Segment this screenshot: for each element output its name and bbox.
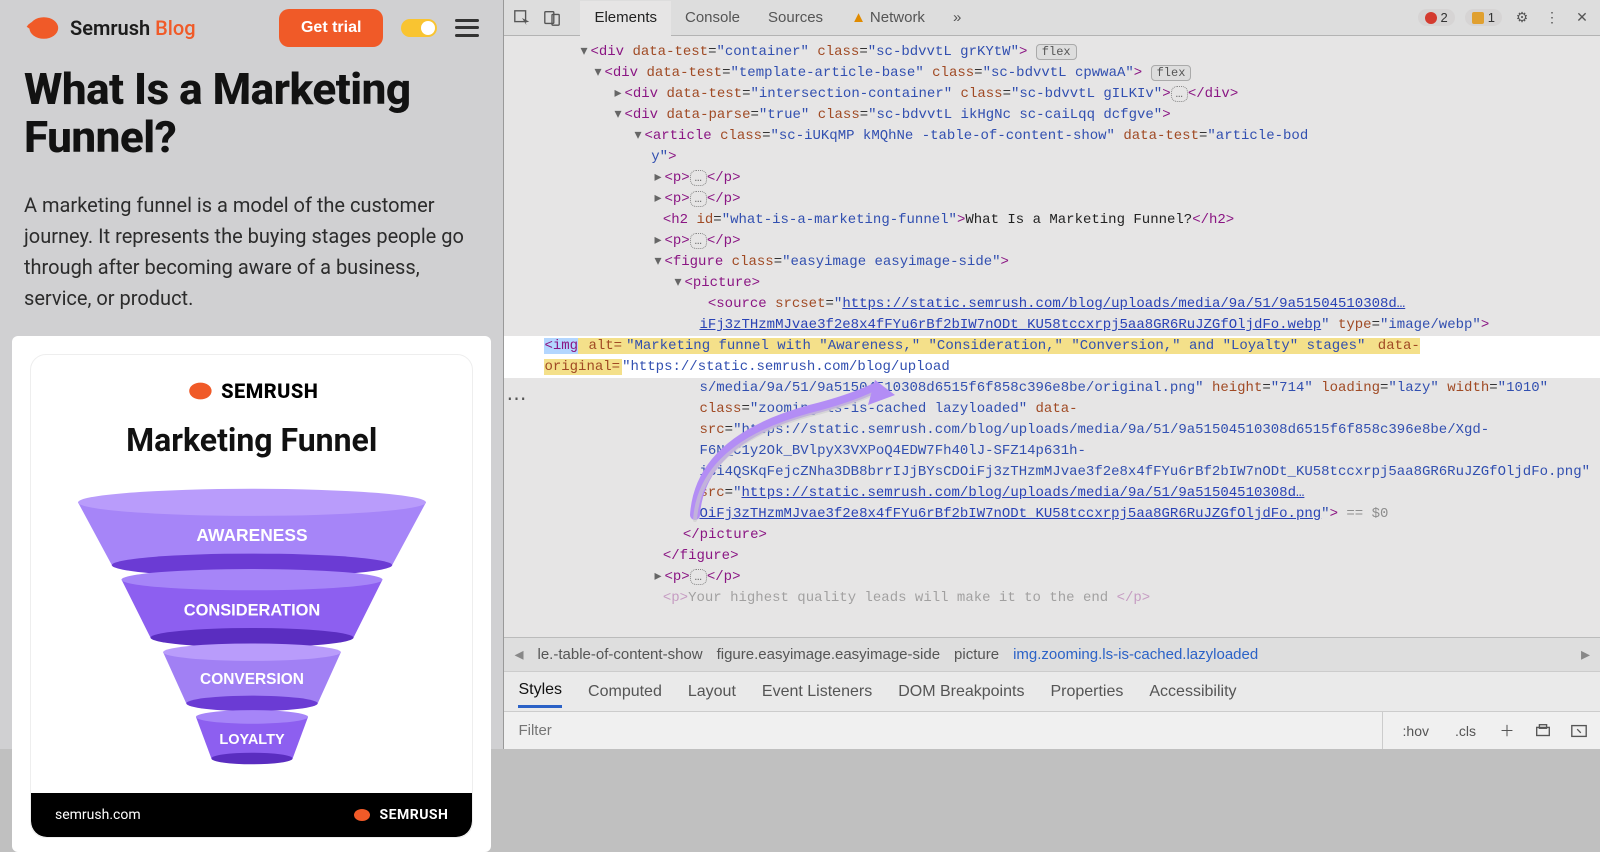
- dom-line[interactable]: ▾<article class="sc-iUKqMP kMQhNe -table…: [504, 126, 1600, 147]
- dom-line[interactable]: ▾<picture>: [504, 273, 1600, 294]
- dom-line[interactable]: </picture>: [504, 525, 1600, 546]
- breadcrumb-prev-icon[interactable]: ◂: [514, 644, 523, 665]
- styles-filter-input[interactable]: [514, 712, 1382, 749]
- dom-line[interactable]: <h2 id="what-is-a-marketing-funnel">What…: [504, 210, 1600, 231]
- dom-line[interactable]: ▸<p>…</p>: [504, 168, 1600, 189]
- figure-footer-domain: semrush.com: [55, 807, 141, 823]
- dom-line[interactable]: ▸<p>…</p>: [504, 231, 1600, 252]
- dom-line[interactable]: y">: [504, 147, 1600, 168]
- breadcrumb-item-active[interactable]: img.zooming.ls-is-cached.lazyloaded: [1013, 646, 1258, 663]
- tab-network[interactable]: ▲Network: [837, 1, 939, 34]
- tab-elements[interactable]: Elements: [580, 1, 671, 36]
- tab-more[interactable]: »: [939, 1, 975, 34]
- subtab-dom-breakpoints[interactable]: DOM Breakpoints: [898, 683, 1024, 701]
- figure-brand-icon: [185, 380, 213, 402]
- dom-line[interactable]: ▾<div data-test="template-article-base" …: [504, 63, 1600, 84]
- warning-badge[interactable]: 1: [1465, 9, 1502, 26]
- devtools-tabs: Elements Console Sources ▲Network »: [580, 0, 975, 35]
- article-h1: What Is a Marketing Funnel?: [24, 65, 479, 162]
- dom-line[interactable]: ▸<p>…</p>: [504, 189, 1600, 210]
- highlighted-img-line[interactable]: <img alt="Marketing funnel with "Awarene…: [504, 336, 1600, 378]
- cls-button[interactable]: .cls: [1449, 721, 1482, 741]
- site-header: Semrush Blog Get trial: [0, 0, 503, 55]
- breadcrumb-next-icon[interactable]: ▸: [1581, 644, 1590, 665]
- styles-subtabs: Styles Computed Layout Event Listeners D…: [504, 671, 1600, 711]
- print-media-icon[interactable]: [1532, 720, 1554, 742]
- hamburger-menu-icon[interactable]: [455, 19, 479, 37]
- webpage-preview: Semrush Blog Get trial What Is a Marketi…: [0, 0, 503, 749]
- figure-footer-brand: SEMRUSH: [351, 807, 448, 823]
- figure-brand-text: SEMRUSH: [221, 379, 318, 403]
- header-right: Get trial: [279, 9, 479, 47]
- device-toggle-icon[interactable]: [542, 8, 562, 28]
- breadcrumb-item[interactable]: figure.easyimage.easyimage-side: [717, 646, 940, 663]
- dom-line[interactable]: <source srcset="https://static.semrush.c…: [504, 294, 1600, 336]
- brand-logo-icon: [24, 15, 60, 41]
- figure-inner: SEMRUSH Marketing Funnel AWARENESS CONSI…: [30, 354, 473, 838]
- devtools-toolbar: Elements Console Sources ▲Network » 2 1 …: [504, 0, 1600, 36]
- error-badge[interactable]: 2: [1418, 9, 1455, 26]
- dom-line[interactable]: ▾<div data-parse="true" class="sc-bdvvtL…: [504, 105, 1600, 126]
- figure-frame: SEMRUSH Marketing Funnel AWARENESS CONSI…: [12, 336, 491, 852]
- article-paragraph: A marketing funnel is a model of the cus…: [24, 190, 479, 314]
- dom-line[interactable]: </figure>: [504, 546, 1600, 567]
- subtab-event-listeners[interactable]: Event Listeners: [762, 683, 872, 701]
- gutter-marker: ⋯: [506, 386, 528, 416]
- dom-tree[interactable]: ⋯ ▾<div data-test="container" class="sc-…: [504, 36, 1600, 637]
- get-trial-button[interactable]: Get trial: [279, 9, 383, 47]
- article-body: What Is a Marketing Funnel? A marketing …: [0, 55, 503, 314]
- subtab-styles[interactable]: Styles: [518, 681, 562, 708]
- funnel-stage-1: AWARENESS: [196, 525, 307, 545]
- hov-button[interactable]: :hov: [1397, 721, 1435, 741]
- brand: Semrush Blog: [24, 15, 196, 41]
- dom-line[interactable]: ▸<div data-test="intersection-container"…: [504, 84, 1600, 105]
- dom-line[interactable]: ▾<div data-test="container" class="sc-bd…: [504, 42, 1600, 63]
- close-icon[interactable]: ✕: [1572, 8, 1592, 28]
- dom-line[interactable]: s/media/9a/51/9a51504510308d6515f6f858c3…: [504, 378, 1600, 525]
- funnel-stage-4: LOYALTY: [219, 732, 285, 748]
- computed-panel-icon[interactable]: [1568, 720, 1590, 742]
- subtab-computed[interactable]: Computed: [588, 683, 662, 701]
- styles-filter-row: :hov .cls ＋: [504, 711, 1600, 749]
- tab-console[interactable]: Console: [671, 1, 754, 34]
- funnel-stage-3: CONVERSION: [200, 671, 304, 688]
- brand-text: Semrush Blog: [70, 16, 196, 40]
- settings-gear-icon[interactable]: ⚙: [1512, 8, 1532, 28]
- figure-brand: SEMRUSH: [31, 379, 472, 403]
- dom-breadcrumb[interactable]: ◂ le.-table-of-content-show figure.easyi…: [504, 637, 1600, 671]
- subtab-properties[interactable]: Properties: [1050, 683, 1123, 701]
- figure-footer: semrush.com SEMRUSH: [31, 793, 472, 837]
- subtab-layout[interactable]: Layout: [688, 683, 736, 701]
- devtools-panel: Elements Console Sources ▲Network » 2 1 …: [503, 0, 1600, 749]
- subtab-accessibility[interactable]: Accessibility: [1149, 683, 1236, 701]
- figure-title: Marketing Funnel: [31, 421, 472, 459]
- breadcrumb-item[interactable]: picture: [954, 646, 999, 663]
- funnel-stage-2: CONSIDERATION: [183, 601, 320, 619]
- tab-sources[interactable]: Sources: [754, 1, 837, 34]
- inspect-icon[interactable]: [512, 8, 532, 28]
- add-rule-icon[interactable]: ＋: [1496, 720, 1518, 742]
- dom-line[interactable]: ▸<p>…</p>: [504, 567, 1600, 588]
- funnel-diagram: AWARENESS CONSIDERATION CONVERSION LOY: [42, 483, 462, 773]
- kebab-menu-icon[interactable]: ⋮: [1542, 8, 1562, 28]
- breadcrumb-item[interactable]: le.-table-of-content-show: [538, 646, 703, 663]
- theme-toggle[interactable]: [401, 19, 437, 37]
- dom-line[interactable]: ▾<figure class="easyimage easyimage-side…: [504, 252, 1600, 273]
- dom-line[interactable]: <p>Your highest quality leads will make …: [504, 588, 1600, 609]
